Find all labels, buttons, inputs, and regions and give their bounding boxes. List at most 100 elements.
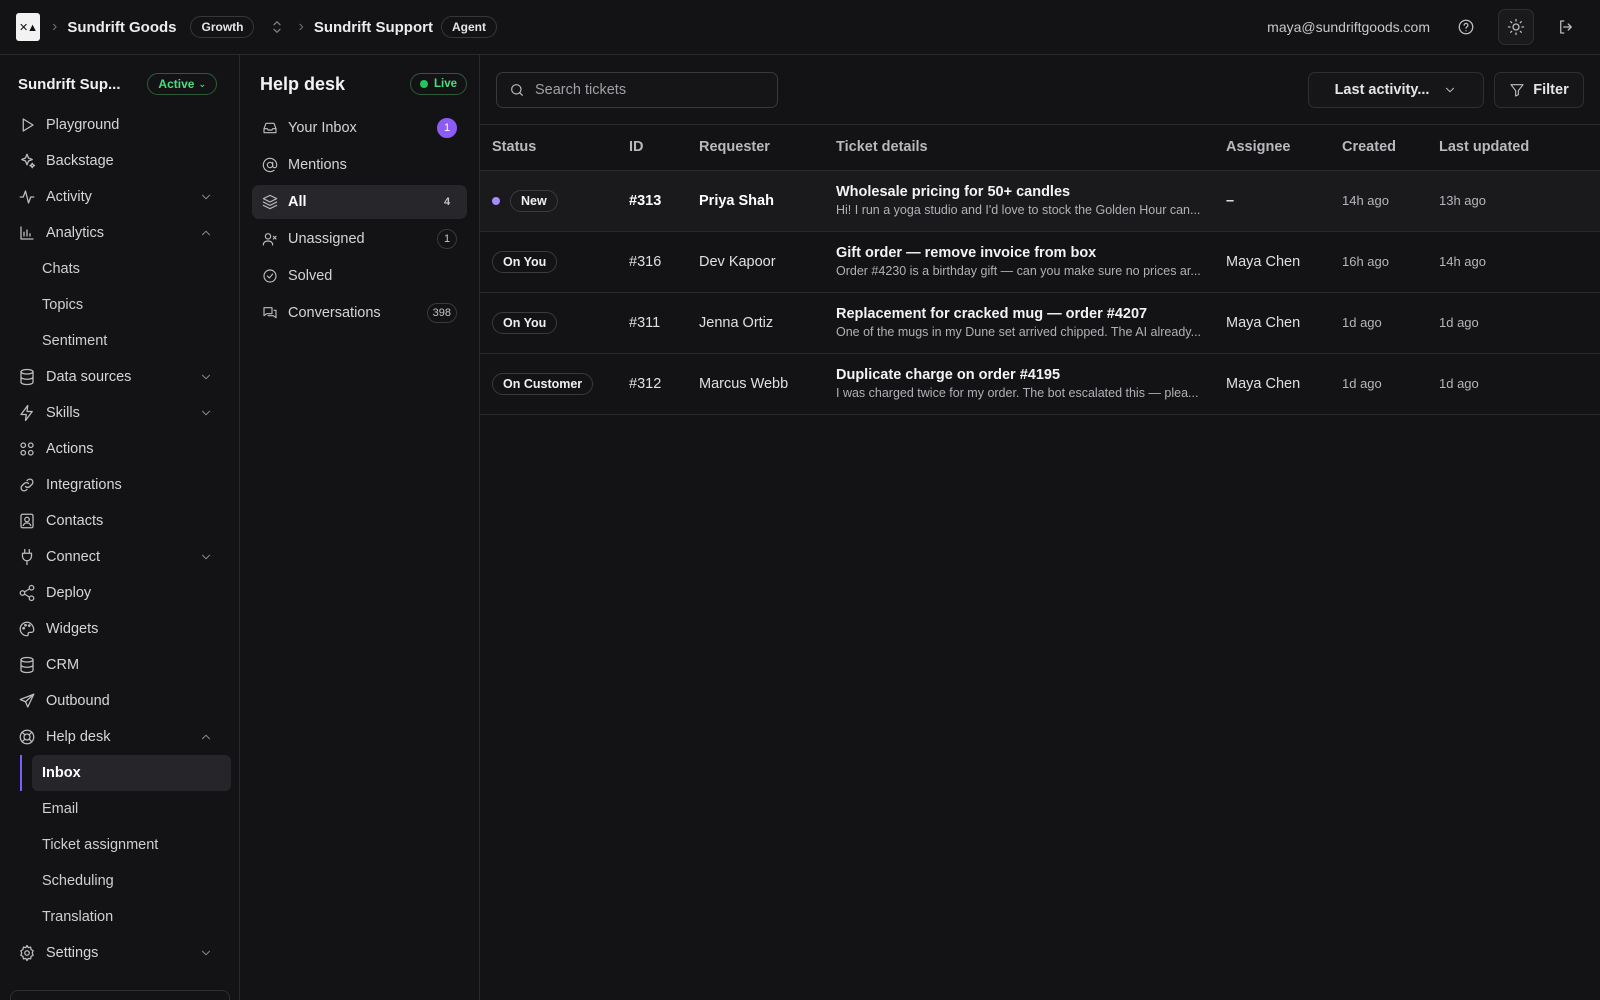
column-header-requester[interactable]: Requester xyxy=(699,125,836,171)
ticket-preview: One of the mugs in my Dune set arrived c… xyxy=(836,325,1202,339)
updated-time: 13h ago xyxy=(1439,170,1600,232)
column-header-created[interactable]: Created xyxy=(1342,125,1439,171)
layers-icon xyxy=(262,194,278,210)
table-header-row: Status ID Requester Ticket details Assig… xyxy=(480,125,1600,171)
table-row[interactable]: On Customer #312 Marcus Webb Duplicate c… xyxy=(480,353,1600,415)
search-input[interactable] xyxy=(535,81,755,98)
sidebar-subitem-ticket-assignment[interactable]: Ticket assignment xyxy=(10,827,231,863)
table-row[interactable]: On You #316 Dev Kapoor Gift order — remo… xyxy=(480,231,1600,293)
assignee: Maya Chen xyxy=(1226,231,1342,293)
helpdesk-item-label: Conversations xyxy=(288,305,381,321)
sidebar-subitem-topics[interactable]: Topics xyxy=(10,287,231,323)
search-box[interactable] xyxy=(496,71,778,108)
sidebar-subitem-sentiment[interactable]: Sentiment xyxy=(10,323,231,359)
updated-time: 1d ago xyxy=(1439,292,1600,354)
helpdesk-item-all[interactable]: All 4 xyxy=(252,185,467,219)
chevron-right-icon: › xyxy=(52,18,58,35)
sidebar-subitem-chats[interactable]: Chats xyxy=(10,251,231,287)
chevron-up-icon xyxy=(199,226,213,240)
sidebar-item-label: Settings xyxy=(46,945,99,961)
column-header-ticket-details[interactable]: Ticket details xyxy=(836,125,1226,171)
breadcrumb-project[interactable]: Sundrift Support xyxy=(314,19,433,36)
helpdesk-item-solved[interactable]: Solved xyxy=(252,259,467,293)
sidebar-item-backstage[interactable]: Backstage xyxy=(10,143,231,179)
sidebar-item-playground[interactable]: Playground xyxy=(10,107,231,143)
assignee: Maya Chen xyxy=(1226,353,1342,415)
sidebar-item-label: Help desk xyxy=(46,729,111,745)
sidebar-subitem-email[interactable]: Email xyxy=(10,791,231,827)
filter-button[interactable]: Filter xyxy=(1494,71,1584,108)
sidebar-footer-card[interactable] xyxy=(10,990,230,1000)
helpdesk-item-mentions[interactable]: Mentions xyxy=(252,148,467,182)
count-badge: 4 xyxy=(443,196,451,208)
sidebar-item-widgets[interactable]: Widgets xyxy=(10,611,231,647)
created-time: 14h ago xyxy=(1342,170,1439,232)
column-header-assignee[interactable]: Assignee xyxy=(1226,125,1342,171)
send-icon xyxy=(18,692,36,710)
gear-icon xyxy=(18,944,36,962)
sidebar-item-label: Data sources xyxy=(46,369,132,385)
sort-dropdown[interactable]: Last activity... xyxy=(1308,71,1484,108)
sidebar-item-deploy[interactable]: Deploy xyxy=(10,575,231,611)
sidebar-subitem-scheduling[interactable]: Scheduling xyxy=(10,863,231,899)
ticket-preview: Hi! I run a yoga studio and I'd love to … xyxy=(836,203,1201,217)
project-switcher[interactable]: Sundrift Sup... Active ⌄ xyxy=(10,69,231,99)
helpdesk-item-conversations[interactable]: Conversations 398 xyxy=(252,296,467,330)
ticket-title: Duplicate charge on order #4195 xyxy=(836,367,1061,383)
column-header-status[interactable]: Status xyxy=(480,125,629,171)
app-logo[interactable]: ✕▲ xyxy=(16,13,40,41)
table-row[interactable]: New #313 Priya Shah Wholesale pricing fo… xyxy=(480,170,1600,232)
sidebar-item-settings[interactable]: Settings xyxy=(10,935,231,971)
sun-icon xyxy=(1507,18,1525,36)
link-icon xyxy=(18,476,36,494)
share-icon xyxy=(18,584,36,602)
filter-label: Filter xyxy=(1533,81,1569,98)
tickets-toolbar: Last activity... Filter xyxy=(480,55,1600,125)
sidebar-item-activity[interactable]: Activity xyxy=(10,179,231,215)
column-header-id[interactable]: ID xyxy=(629,125,699,171)
user-email[interactable]: maya@sundriftgoods.com xyxy=(1267,19,1430,35)
zap-icon xyxy=(18,404,36,422)
sidebar-item-actions[interactable]: Actions xyxy=(10,431,231,467)
sidebar-item-integrations[interactable]: Integrations xyxy=(10,467,231,503)
theme-toggle-button[interactable] xyxy=(1498,9,1534,45)
sidebar-item-analytics[interactable]: Analytics xyxy=(10,215,231,251)
column-header-last-updated[interactable]: Last updated xyxy=(1439,125,1600,171)
breadcrumb-org[interactable]: Sundrift Goods xyxy=(67,19,176,36)
sidebar-item-crm[interactable]: CRM xyxy=(10,647,231,683)
sparkles-icon xyxy=(18,152,36,170)
table-row[interactable]: On You #311 Jenna Ortiz Replacement for … xyxy=(480,292,1600,354)
chevron-down-icon xyxy=(199,370,213,384)
ticket-title: Wholesale pricing for 50+ candles xyxy=(836,184,1071,200)
requester-name: Jenna Ortiz xyxy=(699,292,836,354)
chevron-down-icon xyxy=(199,406,213,420)
status-badge[interactable]: Active ⌄ xyxy=(147,73,217,95)
status-badge: On You xyxy=(492,311,558,334)
sidebar-item-contacts[interactable]: Contacts xyxy=(10,503,231,539)
play-icon xyxy=(18,116,36,134)
sidebar-item-label: Widgets xyxy=(46,621,99,637)
project-name: Sundrift Sup... xyxy=(18,75,121,93)
sidebar-subitem-inbox[interactable]: Inbox xyxy=(20,755,231,791)
sidebar-item-outbound[interactable]: Outbound xyxy=(10,683,231,719)
user-x-icon xyxy=(262,231,278,247)
helpdesk-item-unassigned[interactable]: Unassigned 1 xyxy=(252,222,467,256)
sidebar-item-connect[interactable]: Connect xyxy=(10,539,231,575)
sidebar-item-data-sources[interactable]: Data sources xyxy=(10,359,231,395)
sidebar-item-skills[interactable]: Skills xyxy=(10,395,231,431)
chevron-up-down-icon[interactable] xyxy=(268,18,286,36)
helpdesk-item-label: All xyxy=(288,194,307,210)
sidebar-item-label: Connect xyxy=(46,549,101,565)
help-button[interactable] xyxy=(1448,9,1484,45)
logout-button[interactable] xyxy=(1548,9,1584,45)
sidebar-subitem-translation[interactable]: Translation xyxy=(10,899,231,935)
count-badge: 398 xyxy=(426,303,457,323)
sidebar-item-help-desk[interactable]: Help desk xyxy=(10,719,231,755)
ticket-preview: I was charged twice for my order. The bo… xyxy=(836,386,1199,400)
helpdesk-item-label: Your Inbox xyxy=(288,120,357,136)
plug-icon xyxy=(18,548,36,566)
sidebar-item-label: CRM xyxy=(46,657,80,673)
count-badge: 1 xyxy=(437,118,457,138)
helpdesk-item-your-inbox[interactable]: Your Inbox 1 xyxy=(252,111,467,145)
shapes-icon xyxy=(18,440,36,458)
